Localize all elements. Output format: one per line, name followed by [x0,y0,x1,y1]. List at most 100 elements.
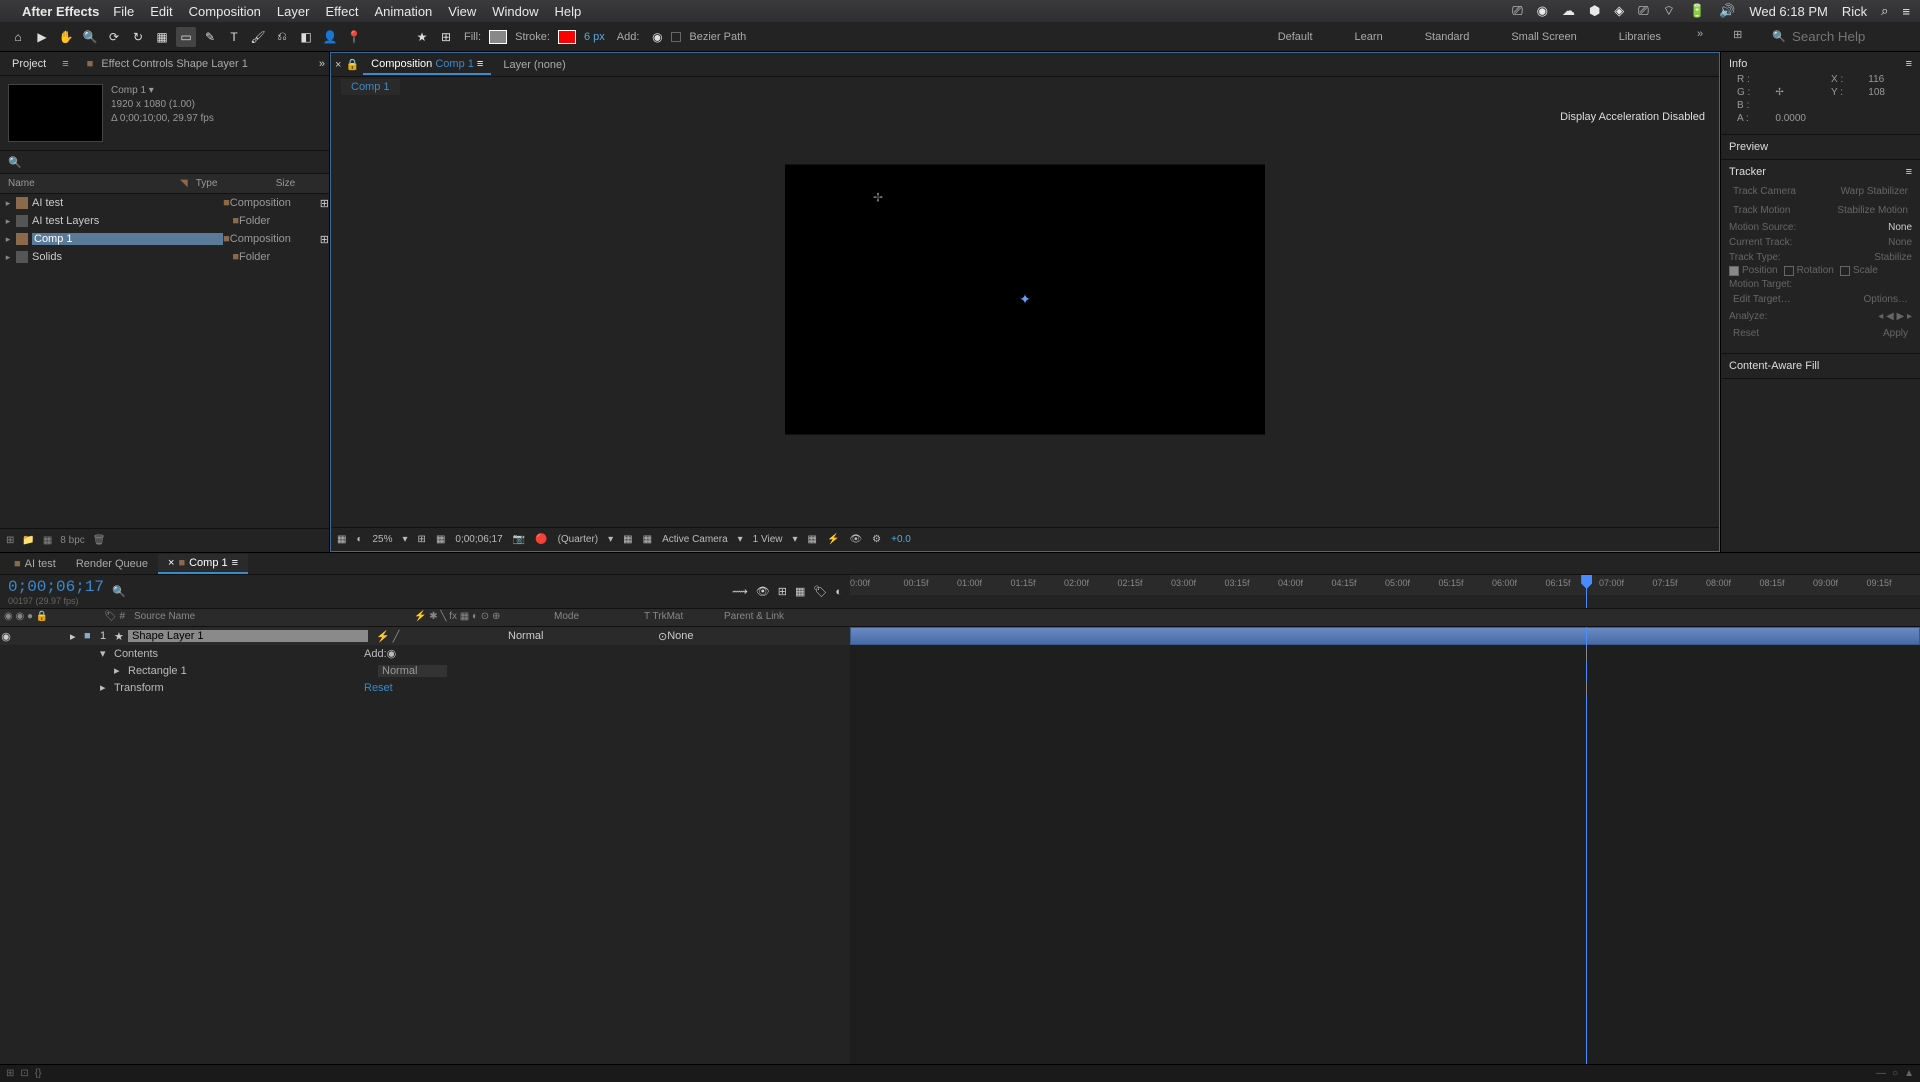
cc-icon[interactable]: ☁ [1562,3,1575,19]
stroke-width[interactable]: 6 px [584,31,605,43]
stroke-label[interactable]: Stroke: [515,31,550,43]
toggle-icon[interactable]: {} [35,1068,42,1079]
tl-icon[interactable]: ⟿ [732,585,748,598]
status-icon[interactable]: ⎚ [1512,3,1522,19]
tl-icon[interactable]: 🏷 [813,585,827,598]
toggle-icon[interactable]: ⊞ [6,1068,14,1079]
menu-animation[interactable]: Animation [374,4,432,19]
col-source[interactable]: Source Name [130,609,410,626]
wifi-icon[interactable]: ⌔ [1663,3,1675,19]
timeline-tab-comp[interactable]: × ■ Comp 1 ≡ [158,554,248,574]
tl-icon[interactable]: ▦ [795,585,805,598]
stroke-swatch[interactable] [558,30,576,44]
orbit-tool[interactable]: ⟳ [104,27,124,47]
star-icon[interactable]: ★ [412,27,432,47]
project-item[interactable]: ▸Comp 1■Composition⊞ [0,230,329,248]
zoom-tool[interactable]: 🔍 [80,27,100,47]
rotate-tool[interactable]: ↻ [128,27,148,47]
fill-label[interactable]: Fill: [464,31,481,43]
pixel-icon[interactable]: ▦ [808,534,817,545]
timecode[interactable]: 0;00;06;17 [8,578,104,596]
grid-icon[interactable]: ▦ [436,534,445,545]
resolution[interactable]: (Quarter) [558,534,599,545]
snapshot-icon[interactable]: 📷 [513,534,525,545]
volume-icon[interactable]: 🔊 [1719,3,1735,19]
tracker-title[interactable]: Tracker [1729,166,1766,178]
interpret-icon[interactable]: ⊞ [6,535,14,546]
transparency-icon[interactable]: ▦ [643,534,652,545]
spotlight-icon[interactable]: ⌕ [1881,3,1888,19]
clock[interactable]: Wed 6:18 PM [1749,4,1828,19]
project-item[interactable]: ▸AI test■Composition⊞ [0,194,329,212]
bezier-checkbox[interactable] [671,32,681,42]
preview-title[interactable]: Preview [1729,141,1768,153]
brush-tool[interactable]: 🖌 [248,27,268,47]
close-tab-icon[interactable]: × [335,59,341,71]
menu-icon[interactable]: ≡ [1902,4,1910,19]
layer-mode[interactable]: Normal [508,630,598,642]
ws-default[interactable]: Default [1272,28,1319,46]
layer-name[interactable]: Shape Layer 1 [128,630,368,642]
project-item[interactable]: ▸Solids■Folder [0,248,329,266]
menu-edit[interactable]: Edit [150,4,172,19]
tl-icon[interactable]: 👁 [756,585,770,598]
comp-name[interactable]: Comp 1 ▾ [111,84,214,98]
project-tab[interactable]: Project [4,55,54,73]
panel-menu-icon[interactable]: ≡ [54,55,76,73]
camera-tool[interactable]: ▦ [152,27,172,47]
comp-icon[interactable]: ▦ [43,535,52,546]
search-icon[interactable]: 🔍 [112,585,126,598]
mask-icon[interactable]: ◐ [356,534,362,545]
col-type[interactable]: Type [188,178,268,189]
menu-composition[interactable]: Composition [189,4,261,19]
menu-view[interactable]: View [448,4,476,19]
home-icon[interactable]: ⌂ [8,27,28,47]
trash-icon[interactable]: 🗑 [93,535,106,546]
col-parent[interactable]: Parent & Link [720,609,788,626]
layer-parent[interactable]: None [667,630,693,642]
comp-background[interactable]: ✢ ✦ [785,165,1265,435]
user[interactable]: Rick [1842,4,1867,19]
menu-effect[interactable]: Effect [325,4,358,19]
lock-icon[interactable]: 🔒 [345,58,359,71]
alpha-icon[interactable]: ▦ [337,534,346,545]
zoom-slider[interactable]: ○ [1892,1068,1898,1079]
canvas[interactable]: Display Acceleration Disabled ✢ ✦ [331,99,1719,527]
search-icon[interactable]: 🔍 [8,156,22,169]
res-icon[interactable]: ⊞ [418,534,426,545]
battery-icon[interactable]: 🔋 [1689,3,1705,19]
ws-reset-icon[interactable]: ⊞ [1733,28,1742,46]
add-label[interactable]: Add: [617,31,640,43]
add-menu-icon[interactable]: ◉ [647,27,667,47]
comp-thumbnail[interactable] [8,84,103,142]
tl-icon[interactable]: ◐ [835,586,842,598]
rect-tool[interactable]: ▭ [176,27,196,47]
app-name[interactable]: After Effects [22,4,99,19]
fast-icon[interactable]: ⚡ [827,534,839,545]
caf-title[interactable]: Content-Aware Fill [1729,360,1819,372]
ws-overflow-icon[interactable]: » [1697,28,1703,46]
contents-row[interactable]: ▾ContentsAdd: ◉ [0,645,850,662]
col-size[interactable]: Size [268,178,303,189]
transform-row[interactable]: ▸TransformReset [0,679,850,696]
status-icon[interactable]: ⬢ [1589,3,1600,19]
overflow-icon[interactable]: » [319,58,325,70]
breadcrumb[interactable]: Comp 1 [341,79,400,95]
layer-tab[interactable]: Layer (none) [495,56,573,74]
layer-bar[interactable] [850,627,1920,645]
menu-window[interactable]: Window [492,4,538,19]
zoom-in-icon[interactable]: ▲ [1904,1068,1914,1079]
3d-icon[interactable]: 👁 [849,534,862,545]
snap-icon[interactable]: ⊞ [436,27,456,47]
timeline-tab-ai[interactable]: ■AI test [4,555,66,573]
motion-source[interactable]: None [1888,222,1912,233]
menu-layer[interactable]: Layer [277,4,310,19]
roto-tool[interactable]: 👤 [320,27,340,47]
toggle-icon[interactable]: ⊡ [20,1068,28,1079]
eraser-tool[interactable]: ◧ [296,27,316,47]
info-title[interactable]: Info [1729,58,1747,70]
search-input[interactable] [1792,29,1892,44]
ws-libraries[interactable]: Libraries [1613,28,1667,46]
hand-tool[interactable]: ✋ [56,27,76,47]
timeline-tracks[interactable] [850,627,1920,1064]
